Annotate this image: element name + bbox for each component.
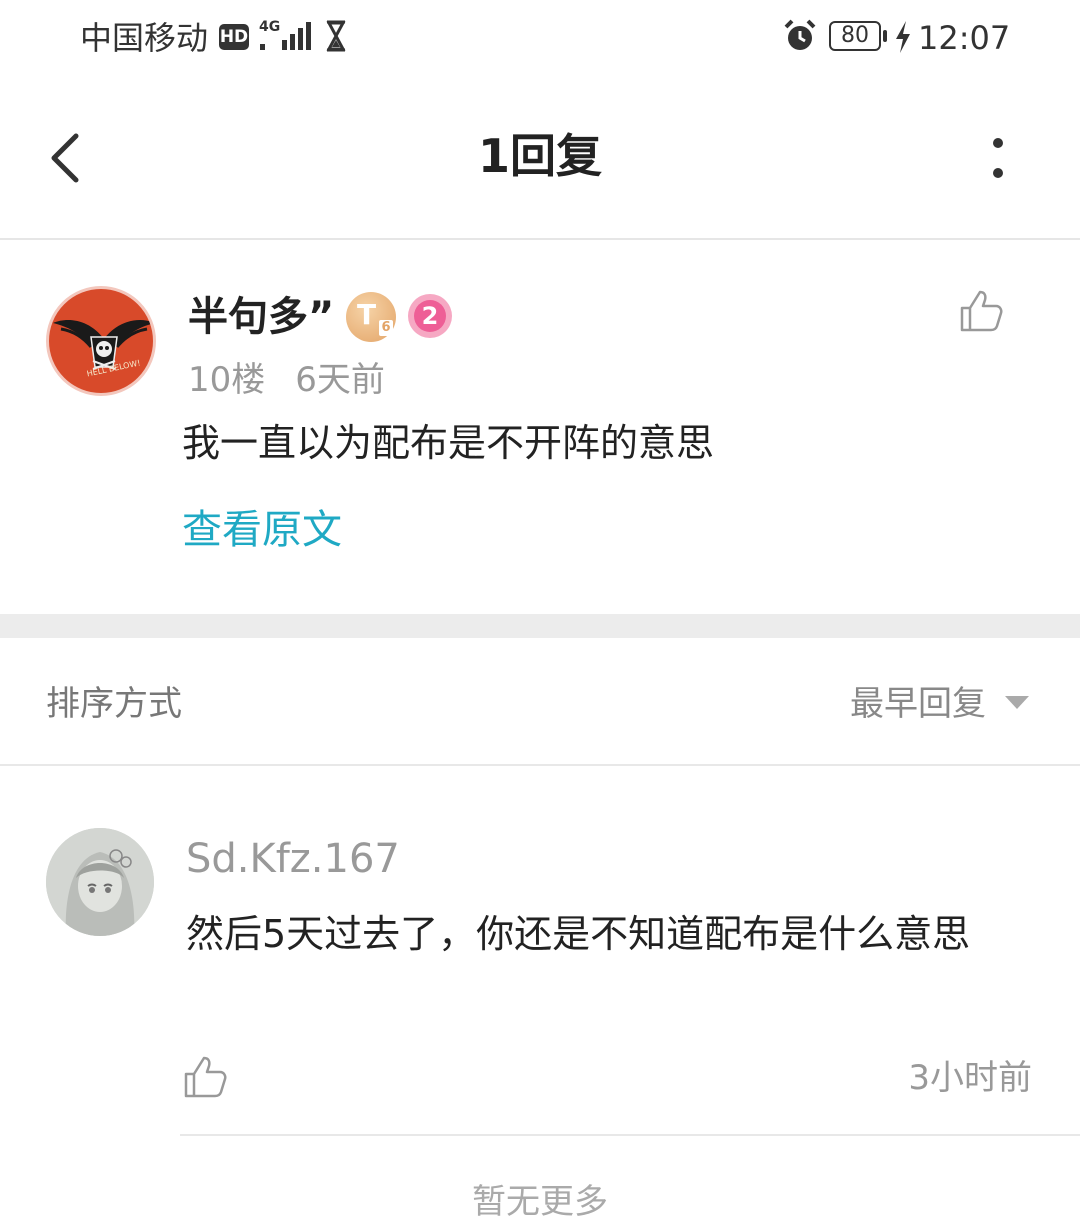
level-badge: T 6 xyxy=(346,292,396,342)
post-content: 我一直以为配布是不开阵的意思 xyxy=(182,421,715,465)
post-time: 6天前 xyxy=(295,360,385,400)
reply-item: Sd.Kfz.167 然后5天过去了，你还是不知道配布是什么意思 3小时前 xyxy=(0,768,1080,1134)
author-name-label: 半句多” xyxy=(188,294,335,340)
sort-bar: 排序方式 最早回复 xyxy=(0,638,1080,766)
page-title: 1回复 xyxy=(477,129,602,183)
battery-tip xyxy=(883,30,887,42)
caret-down-icon[interactable] xyxy=(1004,694,1030,712)
carrier-label: 中国移动 xyxy=(80,19,209,57)
sketch-portrait xyxy=(46,828,154,936)
thumbs-up-icon[interactable] xyxy=(958,288,1004,334)
level-badge-letter: T xyxy=(357,298,377,331)
reply-avatar[interactable] xyxy=(46,828,154,936)
reply-separator xyxy=(180,1134,1080,1136)
post-meta: 10楼 6天前 xyxy=(188,358,385,402)
sort-label: 排序方式 xyxy=(46,684,182,724)
reply-time: 3小时前 xyxy=(908,1058,1032,1098)
clock: 12:07 xyxy=(918,19,1011,57)
post-floor: 10楼 xyxy=(188,360,266,400)
alarm-icon xyxy=(784,19,816,50)
charging-icon xyxy=(896,21,910,53)
battery-level: 80 xyxy=(829,21,881,51)
skull-wings-logo: HELL BELOW! xyxy=(53,320,153,378)
section-divider xyxy=(0,614,1080,638)
rank-badge-number: 2 xyxy=(414,300,446,332)
load-more-hint: 暂无更多 xyxy=(472,1182,608,1222)
hourglass-icon xyxy=(326,20,346,52)
post-author-name[interactable]: 半句多” xyxy=(188,292,334,342)
rank-badge: 2 xyxy=(408,294,452,338)
original-post: HELL BELOW! 半句多” T 6 2 10楼 6天前 我一直以为配布是不开… xyxy=(0,240,1080,614)
hd-badge: HD xyxy=(219,24,249,50)
view-original-link[interactable]: 查看原文 xyxy=(182,504,342,556)
signal-icon xyxy=(260,22,311,50)
sort-dropdown[interactable]: 最早回复 xyxy=(850,682,986,726)
nav-bar: 1回复 xyxy=(0,76,1080,240)
reply-thumbs-up-icon[interactable] xyxy=(182,1054,228,1100)
level-badge-number: 6 xyxy=(379,320,393,336)
reply-author-name[interactable]: Sd.Kfz.167 xyxy=(186,834,400,884)
status-bar: 中国移动 HD 4G 80 12:07 xyxy=(0,0,1080,76)
sort-value-label: 最早回复 xyxy=(850,684,986,724)
avatar[interactable]: HELL BELOW! xyxy=(46,286,156,396)
reply-content: 然后5天过去了，你还是不知道配布是什么意思 xyxy=(186,912,971,956)
more-vertical-icon[interactable] xyxy=(988,136,1008,180)
